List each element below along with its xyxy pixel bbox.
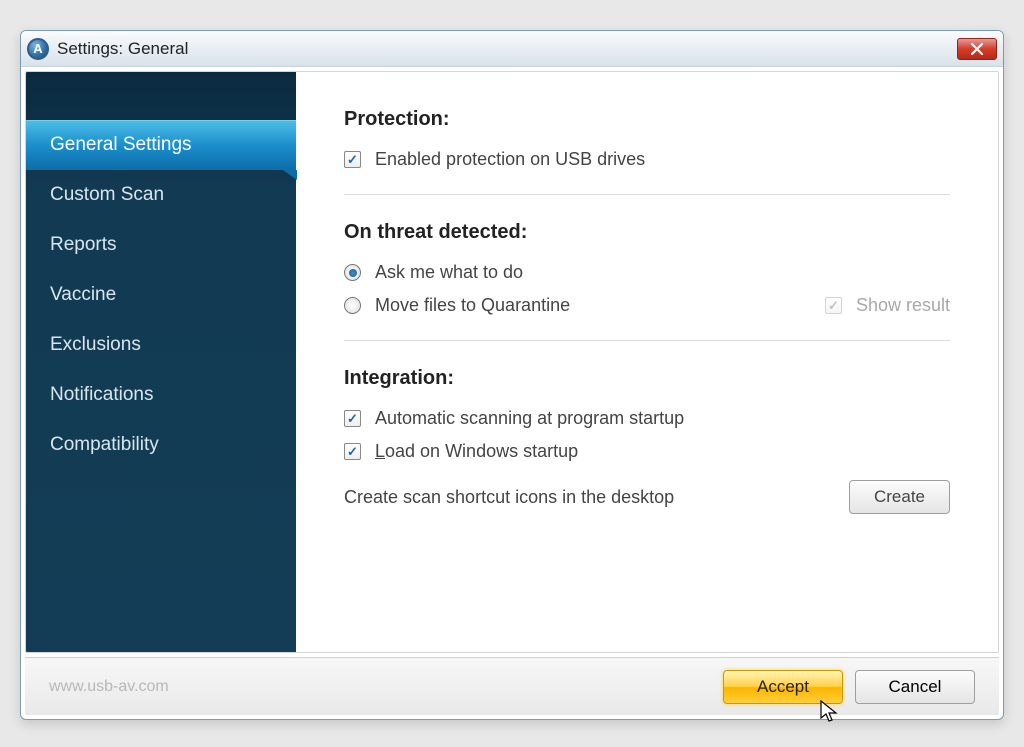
window-title: Settings: General xyxy=(57,39,957,59)
section-title-protection: Protection: xyxy=(344,108,950,131)
divider xyxy=(344,194,950,195)
checkbox-auto-scan[interactable] xyxy=(344,410,361,427)
sidebar-item-label: Exclusions xyxy=(50,334,141,355)
close-button[interactable] xyxy=(957,38,997,60)
label-load-startup: Load on Windows startup xyxy=(375,441,578,462)
sidebar-item-label: Notifications xyxy=(50,384,154,405)
window-body: General Settings Custom Scan Reports Vac… xyxy=(25,71,999,653)
label-usb-protection: Enabled protection on USB drives xyxy=(375,149,645,170)
sidebar-item-custom-scan[interactable]: Custom Scan xyxy=(26,170,296,220)
label-quarantine: Move files to Quarantine xyxy=(375,295,570,316)
sidebar-item-compatibility[interactable]: Compatibility xyxy=(26,420,296,470)
radio-quarantine[interactable] xyxy=(344,297,361,314)
content-panel: Protection: Enabled protection on USB dr… xyxy=(296,72,998,652)
create-button-label: Create xyxy=(874,487,925,506)
checkbox-show-result xyxy=(825,297,842,314)
cancel-button-label: Cancel xyxy=(889,677,942,696)
cancel-button[interactable]: Cancel xyxy=(855,670,975,704)
label-ask-me: Ask me what to do xyxy=(375,262,523,283)
accept-button-label: Accept xyxy=(757,677,809,696)
sidebar-item-reports[interactable]: Reports xyxy=(26,220,296,270)
sidebar-item-label: Reports xyxy=(50,234,117,255)
footer: www.usb-av.com Accept Cancel xyxy=(25,657,999,715)
label-auto-scan: Automatic scanning at program startup xyxy=(375,408,684,429)
sidebar-item-vaccine[interactable]: Vaccine xyxy=(26,270,296,320)
sidebar-item-label: Vaccine xyxy=(50,284,116,305)
sidebar-item-exclusions[interactable]: Exclusions xyxy=(26,320,296,370)
sidebar-item-label: Custom Scan xyxy=(50,184,164,205)
label-create-shortcut: Create scan shortcut icons in the deskto… xyxy=(344,487,674,508)
sidebar-item-notifications[interactable]: Notifications xyxy=(26,370,296,420)
section-title-integration: Integration: xyxy=(344,367,950,390)
sidebar-item-label: General Settings xyxy=(50,134,192,155)
create-button[interactable]: Create xyxy=(849,480,950,514)
radio-ask-me[interactable] xyxy=(344,264,361,281)
app-icon: A xyxy=(27,38,49,60)
checkbox-usb-protection[interactable] xyxy=(344,151,361,168)
divider xyxy=(344,340,950,341)
accept-button[interactable]: Accept xyxy=(723,670,843,704)
settings-window: A Settings: General General Settings Cus… xyxy=(20,30,1004,720)
titlebar: A Settings: General xyxy=(21,31,1003,67)
close-icon xyxy=(971,43,983,55)
sidebar: General Settings Custom Scan Reports Vac… xyxy=(26,72,296,652)
label-show-result: Show result xyxy=(856,295,950,316)
checkbox-load-startup[interactable] xyxy=(344,443,361,460)
footer-url: www.usb-av.com xyxy=(49,678,711,696)
sidebar-item-general-settings[interactable]: General Settings xyxy=(26,120,296,170)
section-title-threat: On threat detected: xyxy=(344,221,950,244)
sidebar-item-label: Compatibility xyxy=(50,434,159,455)
